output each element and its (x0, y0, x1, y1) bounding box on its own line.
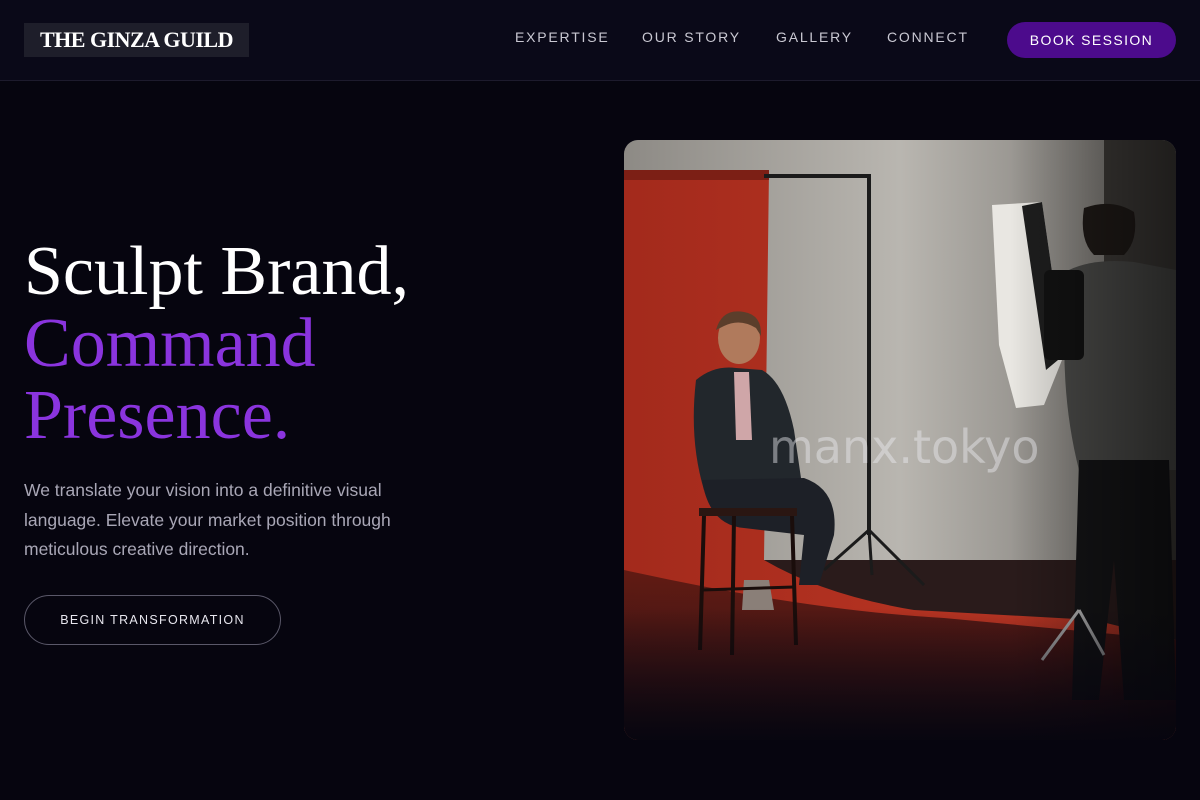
hero-headline: Sculpt Brand, Command Presence. (24, 236, 584, 452)
site-header: THE GINZA GUILD EXPERTISE OUR STORY GALL… (0, 0, 1200, 81)
headline-line-1: Sculpt Brand, (24, 233, 409, 310)
photo-studio-scene (624, 140, 1176, 740)
nav-link-connect[interactable]: CONNECT (887, 29, 969, 49)
hero-photo (624, 140, 1176, 740)
nav-link-our-story[interactable]: OUR STORY (642, 29, 741, 49)
headline-line-3: Presence. (24, 377, 291, 454)
book-session-button[interactable]: BOOK SESSION (1007, 22, 1176, 58)
begin-transformation-button[interactable]: BEGIN TRANSFORMATION (24, 595, 281, 645)
headline-line-2: Command (24, 305, 316, 382)
nav-link-expertise[interactable]: EXPERTISE (515, 29, 610, 49)
hero-subcopy: We translate your vision into a definiti… (24, 480, 391, 559)
brand-logo[interactable]: THE GINZA GUILD (24, 23, 249, 57)
nav-link-gallery[interactable]: GALLERY (776, 29, 853, 49)
